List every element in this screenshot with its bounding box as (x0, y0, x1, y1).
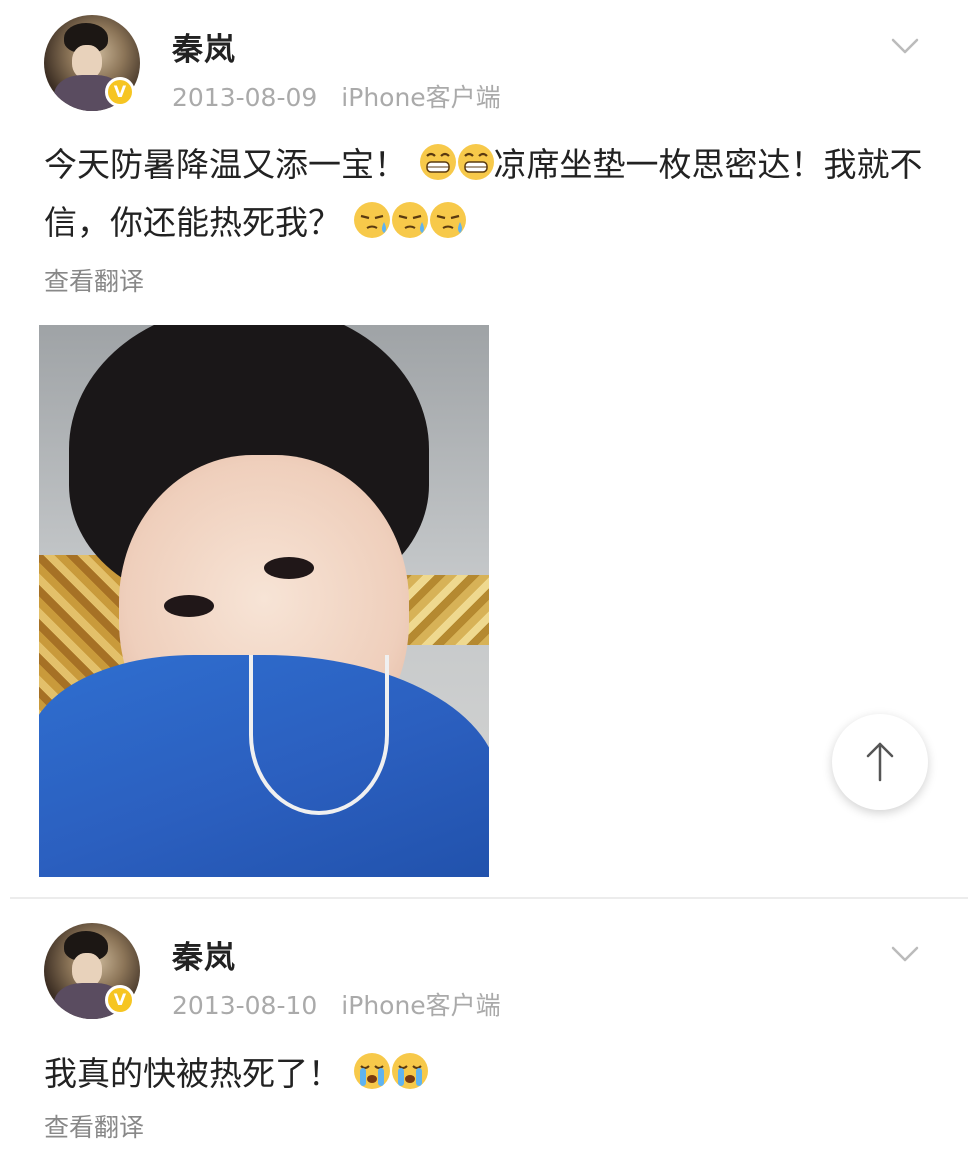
chevron-down-icon[interactable] (891, 36, 919, 56)
post-meta: 2013-08-10 iPhone客户端 (172, 986, 501, 1022)
grin-emoji-icon (419, 144, 456, 180)
crying-emoji-icon (353, 1053, 390, 1089)
post-text-part: 今天防暑降温又添一宝！ (44, 145, 407, 184)
crying-emoji-icon (391, 1053, 428, 1089)
post-text-part: 我真的快被热死了！ (44, 1054, 341, 1093)
view-translation-link[interactable]: 查看翻译 (44, 262, 144, 298)
sweat-emoji-icon (353, 202, 390, 238)
post-source: iPhone客户端 (341, 991, 501, 1020)
scroll-to-top-button[interactable] (832, 714, 928, 810)
verified-badge-icon: V (105, 985, 135, 1015)
arrow-up-icon (866, 742, 894, 782)
sweat-emoji-icon (429, 202, 466, 238)
post-source: iPhone客户端 (341, 83, 501, 112)
author-name[interactable]: 秦岚 (172, 24, 236, 69)
verified-badge-icon: V (105, 77, 135, 107)
author-name[interactable]: 秦岚 (172, 932, 236, 977)
post-photo[interactable] (39, 325, 489, 877)
post-date: 2013-08-09 (172, 83, 318, 112)
sweat-emoji-icon (391, 202, 428, 238)
post-text: 今天防暑降温又添一宝！ 凉席坐垫一枚思密达！我就不信，你还能热死我？ (44, 136, 924, 252)
weibo-post: V 秦岚 2013-08-09 iPhone客户端 今天防暑降温又添一宝！ 凉席坐… (0, 0, 978, 895)
weibo-post: V 秦岚 2013-08-10 iPhone客户端 我真的快被热死了！ 查看翻译 (0, 905, 978, 1164)
view-translation-link[interactable]: 查看翻译 (44, 1108, 144, 1144)
post-text: 我真的快被热死了！ (44, 1045, 924, 1103)
post-meta: 2013-08-09 iPhone客户端 (172, 78, 501, 114)
chevron-down-icon[interactable] (891, 944, 919, 964)
grin-emoji-icon (457, 144, 494, 180)
post-date: 2013-08-10 (172, 991, 318, 1020)
post-divider (10, 897, 968, 899)
